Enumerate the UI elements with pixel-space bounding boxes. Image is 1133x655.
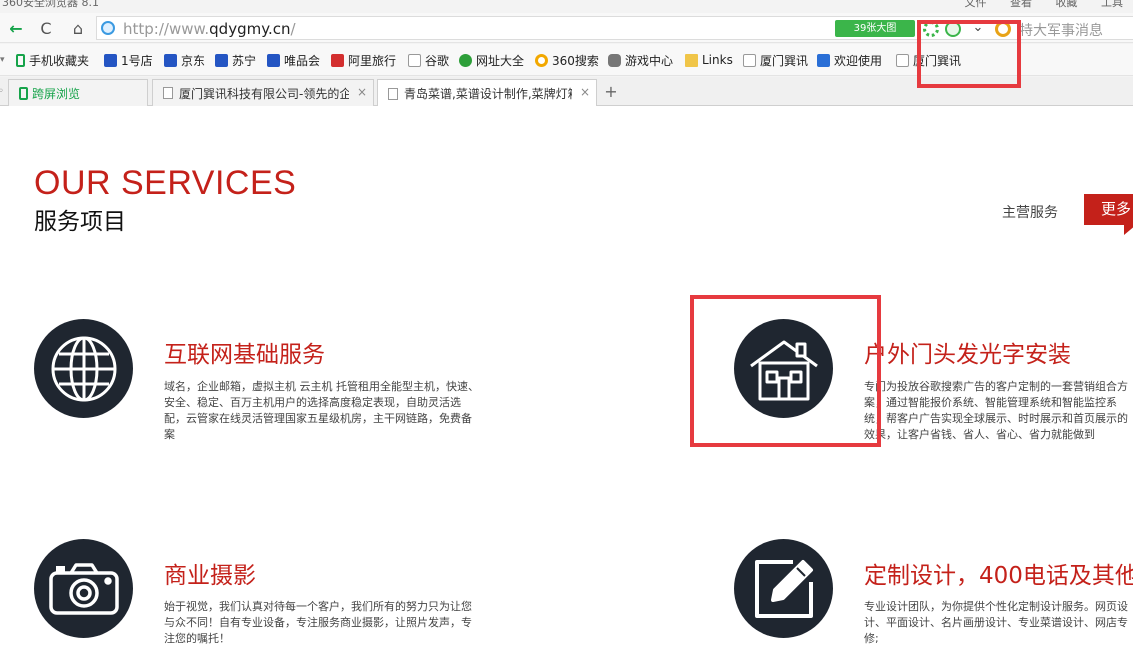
service-title[interactable]: 户外门头发光字安装 xyxy=(864,335,1071,369)
service-desc: 专业设计团队，为你提供个性化定制设计服务。网页设计、平面设计、名片画册设计、专业… xyxy=(864,600,1128,645)
paw-icon xyxy=(104,53,117,67)
reload-button[interactable]: C xyxy=(34,16,58,40)
extension-gear-icon[interactable] xyxy=(923,21,939,37)
chevron-down-icon[interactable]: ⌄ xyxy=(969,19,987,37)
url-domain: qdygmy.cn xyxy=(209,20,291,38)
menu-view[interactable]: 查看 xyxy=(1010,0,1032,9)
reload-icon: C xyxy=(40,18,52,38)
service-desc: 始于视觉，我们认真对待每一个客户，我们所有的努力只为让您与众不同！自有专业设备，… xyxy=(164,600,472,645)
menu-tools[interactable]: 工具 xyxy=(1101,0,1123,9)
tab-qingdao-menu[interactable]: 青岛菜谱,菜谱设计制作,菜牌灯箱 × xyxy=(377,79,597,107)
bookmark-item[interactable]: 360搜索 xyxy=(535,51,599,69)
title-menus: 文件 查看 收藏 工具 xyxy=(945,0,1124,10)
globe-icon xyxy=(34,319,133,418)
service-title[interactable]: 互联网基础服务 xyxy=(164,335,325,369)
extension-leaf-icon[interactable] xyxy=(945,21,961,37)
phone-icon xyxy=(16,53,25,67)
tab-bar: ◦ 跨屏浏览 厦门巽讯科技有限公司-领先的企 × 青岛菜谱,菜谱设计制作,菜牌灯… xyxy=(0,77,1133,107)
bookmark-item[interactable]: 手机收藏夹 xyxy=(16,51,89,69)
search-suggestion-text[interactable]: 特大军事消息 xyxy=(1019,20,1103,40)
tab-scroll-left-icon[interactable]: ◦ xyxy=(0,86,4,97)
more-button-tail xyxy=(1124,225,1133,235)
tab-close-icon[interactable]: × xyxy=(580,85,590,99)
bookmark-item[interactable]: 谷歌 xyxy=(408,51,449,69)
site-globe-icon xyxy=(101,21,115,35)
web-page: OUR SERVICES 服务项目 主营服务 更多 互联网基础服务 域名，企业邮… xyxy=(0,106,1133,655)
page-icon xyxy=(896,53,909,67)
bookmark-item[interactable]: Links xyxy=(685,51,733,69)
home-button[interactable]: ⌂ xyxy=(66,16,90,40)
folder-icon xyxy=(685,53,698,67)
gamepad-icon xyxy=(608,53,621,67)
paw-icon xyxy=(164,53,177,67)
page-icon xyxy=(388,87,398,100)
url-text[interactable]: http://www.qdygmy.cn/ xyxy=(123,20,296,38)
service-desc: 专门为投放谷歌搜索广告的客户定制的一套营销组合方案，通过智能报价系统、智能管理系… xyxy=(864,380,1128,441)
bookmark-item[interactable]: 京东 xyxy=(164,51,205,69)
menu-favorites[interactable]: 收藏 xyxy=(1056,0,1078,9)
page-icon xyxy=(408,53,421,67)
bookmark-item[interactable]: 游戏中心 xyxy=(608,51,673,69)
bookmarks-expand-icon[interactable]: ▾ xyxy=(0,55,5,65)
new-tab-button[interactable]: + xyxy=(600,80,622,104)
house-icon xyxy=(734,319,833,418)
bookmark-item[interactable]: 厦门巽讯 xyxy=(743,51,808,69)
search-engine-icon[interactable] xyxy=(995,21,1011,37)
home-icon: ⌂ xyxy=(72,18,84,38)
bookmark-item[interactable]: 1号店 xyxy=(104,51,153,69)
phone-icon xyxy=(19,86,28,100)
bookmarks-bar: ▾ 手机收藏夹 1号店 京东 苏宁 唯品会 阿里旅行 谷歌 网址大全 360搜索… xyxy=(0,44,1133,76)
camera-icon xyxy=(34,539,133,638)
tab-xiamen-xunxun[interactable]: 厦门巽讯科技有限公司-领先的企 × xyxy=(152,79,374,106)
paw-icon xyxy=(267,53,280,67)
bookmark-item[interactable]: 厦门巽讯 xyxy=(896,51,961,69)
more-button[interactable]: 更多 xyxy=(1084,194,1133,225)
paw-icon xyxy=(215,53,228,67)
bookmark-item[interactable]: 苏宁 xyxy=(215,51,256,69)
menu-file[interactable]: 文件 xyxy=(965,0,987,9)
bookmark-item[interactable]: 网址大全 xyxy=(459,51,524,69)
plus-icon xyxy=(459,53,472,67)
section-title-en: OUR SERVICES xyxy=(34,164,297,202)
window-title: 360安全浏览器 8.1 xyxy=(2,0,99,9)
page-icon xyxy=(743,53,756,67)
browser-chrome: 360安全浏览器 8.1 文件 查看 收藏 工具 ← C ⌂ http://ww… xyxy=(0,0,1133,107)
back-arrow-icon: ← xyxy=(9,18,23,38)
section-title-cn: 服务项目 xyxy=(34,209,126,235)
tab-close-icon[interactable]: × xyxy=(357,85,367,99)
back-button[interactable]: ← xyxy=(4,16,28,40)
big-pictures-button[interactable]: 39张大图 xyxy=(835,20,915,37)
service-desc: 域名，企业邮箱，虚拟主机 云主机 托管租用全能型主机，快速、安全、稳定、百万主机… xyxy=(164,380,479,441)
pencil-icon xyxy=(734,539,833,638)
main-service-link[interactable]: 主营服务 xyxy=(1002,202,1058,222)
alitrip-icon xyxy=(331,53,344,67)
360-icon xyxy=(535,53,548,67)
title-bar: 360安全浏览器 8.1 文件 查看 收藏 工具 xyxy=(0,0,1133,13)
address-bar[interactable]: http://www.qdygmy.cn/ 39张大图 ⌄ 特大军事消息 xyxy=(96,16,1133,40)
service-title[interactable]: 定制设计，400电话及其他 xyxy=(864,556,1133,590)
navigation-bar: ← C ⌂ http://www.qdygmy.cn/ 39张大图 ⌄ 特大军事… xyxy=(0,13,1133,43)
cloud-icon xyxy=(817,53,830,67)
bookmark-item[interactable]: 唯品会 xyxy=(267,51,320,69)
tab-cross-screen[interactable]: 跨屏浏览 xyxy=(8,79,148,106)
page-icon xyxy=(163,87,173,99)
bookmark-item[interactable]: 阿里旅行 xyxy=(331,51,396,69)
bookmark-item[interactable]: 欢迎使用 xyxy=(817,51,882,69)
service-title[interactable]: 商业摄影 xyxy=(164,556,256,590)
